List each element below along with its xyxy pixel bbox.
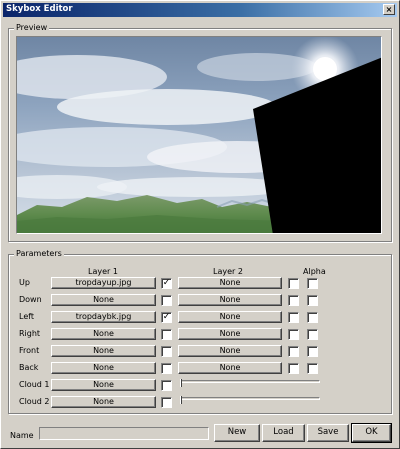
layer1-texture-button-back[interactable]: None	[51, 362, 156, 374]
preview-group-label: Preview	[14, 23, 50, 32]
skybox-preview-viewport[interactable]	[16, 36, 382, 234]
layer2-enable-checkbox-back[interactable]	[288, 363, 299, 374]
layer1-texture-button-front[interactable]: None	[51, 345, 156, 357]
row-label-front: Front	[19, 346, 40, 355]
layer2-texture-button-back[interactable]: None	[178, 362, 282, 374]
alpha-header: Alpha	[303, 267, 326, 276]
row-label-cloud-1: Cloud 1	[19, 380, 50, 389]
row-label-back: Back	[19, 363, 39, 372]
layer2-enable-checkbox-front[interactable]	[288, 346, 299, 357]
layer2-texture-button-front[interactable]: None	[178, 345, 282, 357]
name-label: Name	[10, 431, 34, 440]
alpha-checkbox-front[interactable]	[307, 346, 318, 357]
alpha-checkbox-up[interactable]	[307, 278, 318, 289]
layer2-enable-checkbox-left[interactable]	[288, 312, 299, 323]
layer1-texture-button-left[interactable]: tropdaybk.jpg	[51, 311, 156, 323]
alpha-checkbox-right[interactable]	[307, 329, 318, 340]
layer1-enable-checkbox-back[interactable]	[161, 363, 172, 374]
row-label-cloud-2: Cloud 2	[19, 397, 50, 406]
layer1-texture-button-down[interactable]: None	[51, 294, 156, 306]
layer1-enable-checkbox-down[interactable]	[161, 295, 172, 306]
skybox-preview-image	[17, 37, 381, 233]
layer1-enable-checkbox-up[interactable]: ✓	[161, 278, 172, 289]
layer1-enable-checkbox-left[interactable]: ✓	[161, 312, 172, 323]
new-button[interactable]: New	[214, 424, 260, 442]
row-label-left: Left	[19, 312, 35, 321]
name-input[interactable]	[39, 427, 209, 440]
layer1-texture-button-up[interactable]: tropdayup.jpg	[51, 277, 156, 289]
layer2-texture-button-up[interactable]: None	[178, 277, 282, 289]
close-button[interactable]: ×	[383, 4, 395, 15]
layer2-texture-button-left[interactable]: None	[178, 311, 282, 323]
parameters-group-label: Parameters	[14, 249, 64, 258]
skybox-editor-window: Skybox Editor × Preview Parameters Layer…	[0, 0, 400, 449]
layer1-header: Layer 1	[88, 267, 118, 276]
layer1-enable-checkbox-front[interactable]	[161, 346, 172, 357]
cloud-2-speed-slider-track[interactable]	[180, 397, 320, 400]
alpha-checkbox-back[interactable]	[307, 363, 318, 374]
cloud-1-speed-slider-thumb[interactable]	[180, 379, 182, 387]
layer1-enable-checkbox-right[interactable]	[161, 329, 172, 340]
load-button[interactable]: Load	[262, 424, 305, 442]
cloud-2-enable-checkbox[interactable]	[161, 397, 172, 408]
layer2-texture-button-right[interactable]: None	[178, 328, 282, 340]
save-button[interactable]: Save	[307, 424, 349, 442]
layer2-enable-checkbox-down[interactable]	[288, 295, 299, 306]
row-label-right: Right	[19, 329, 41, 338]
alpha-checkbox-down[interactable]	[307, 295, 318, 306]
alpha-checkbox-left[interactable]	[307, 312, 318, 323]
cloud-2-texture-button[interactable]: None	[51, 396, 156, 408]
layer2-enable-checkbox-right[interactable]	[288, 329, 299, 340]
row-label-down: Down	[19, 295, 42, 304]
title-bar[interactable]: Skybox Editor ×	[3, 3, 397, 17]
cloud-1-texture-button[interactable]: None	[51, 379, 156, 391]
cloud-2-speed-slider-thumb[interactable]	[180, 396, 182, 404]
preview-group: Preview	[8, 23, 392, 242]
row-label-up: Up	[19, 278, 30, 287]
layer2-enable-checkbox-up[interactable]	[288, 278, 299, 289]
cloud-1-speed-slider-track[interactable]	[180, 380, 320, 383]
layer2-header: Layer 2	[213, 267, 243, 276]
layer2-texture-button-down[interactable]: None	[178, 294, 282, 306]
window-title: Skybox Editor	[6, 4, 73, 14]
layer1-texture-button-right[interactable]: None	[51, 328, 156, 340]
cloud-1-enable-checkbox[interactable]	[161, 380, 172, 391]
ok-button[interactable]: OK	[351, 423, 392, 443]
